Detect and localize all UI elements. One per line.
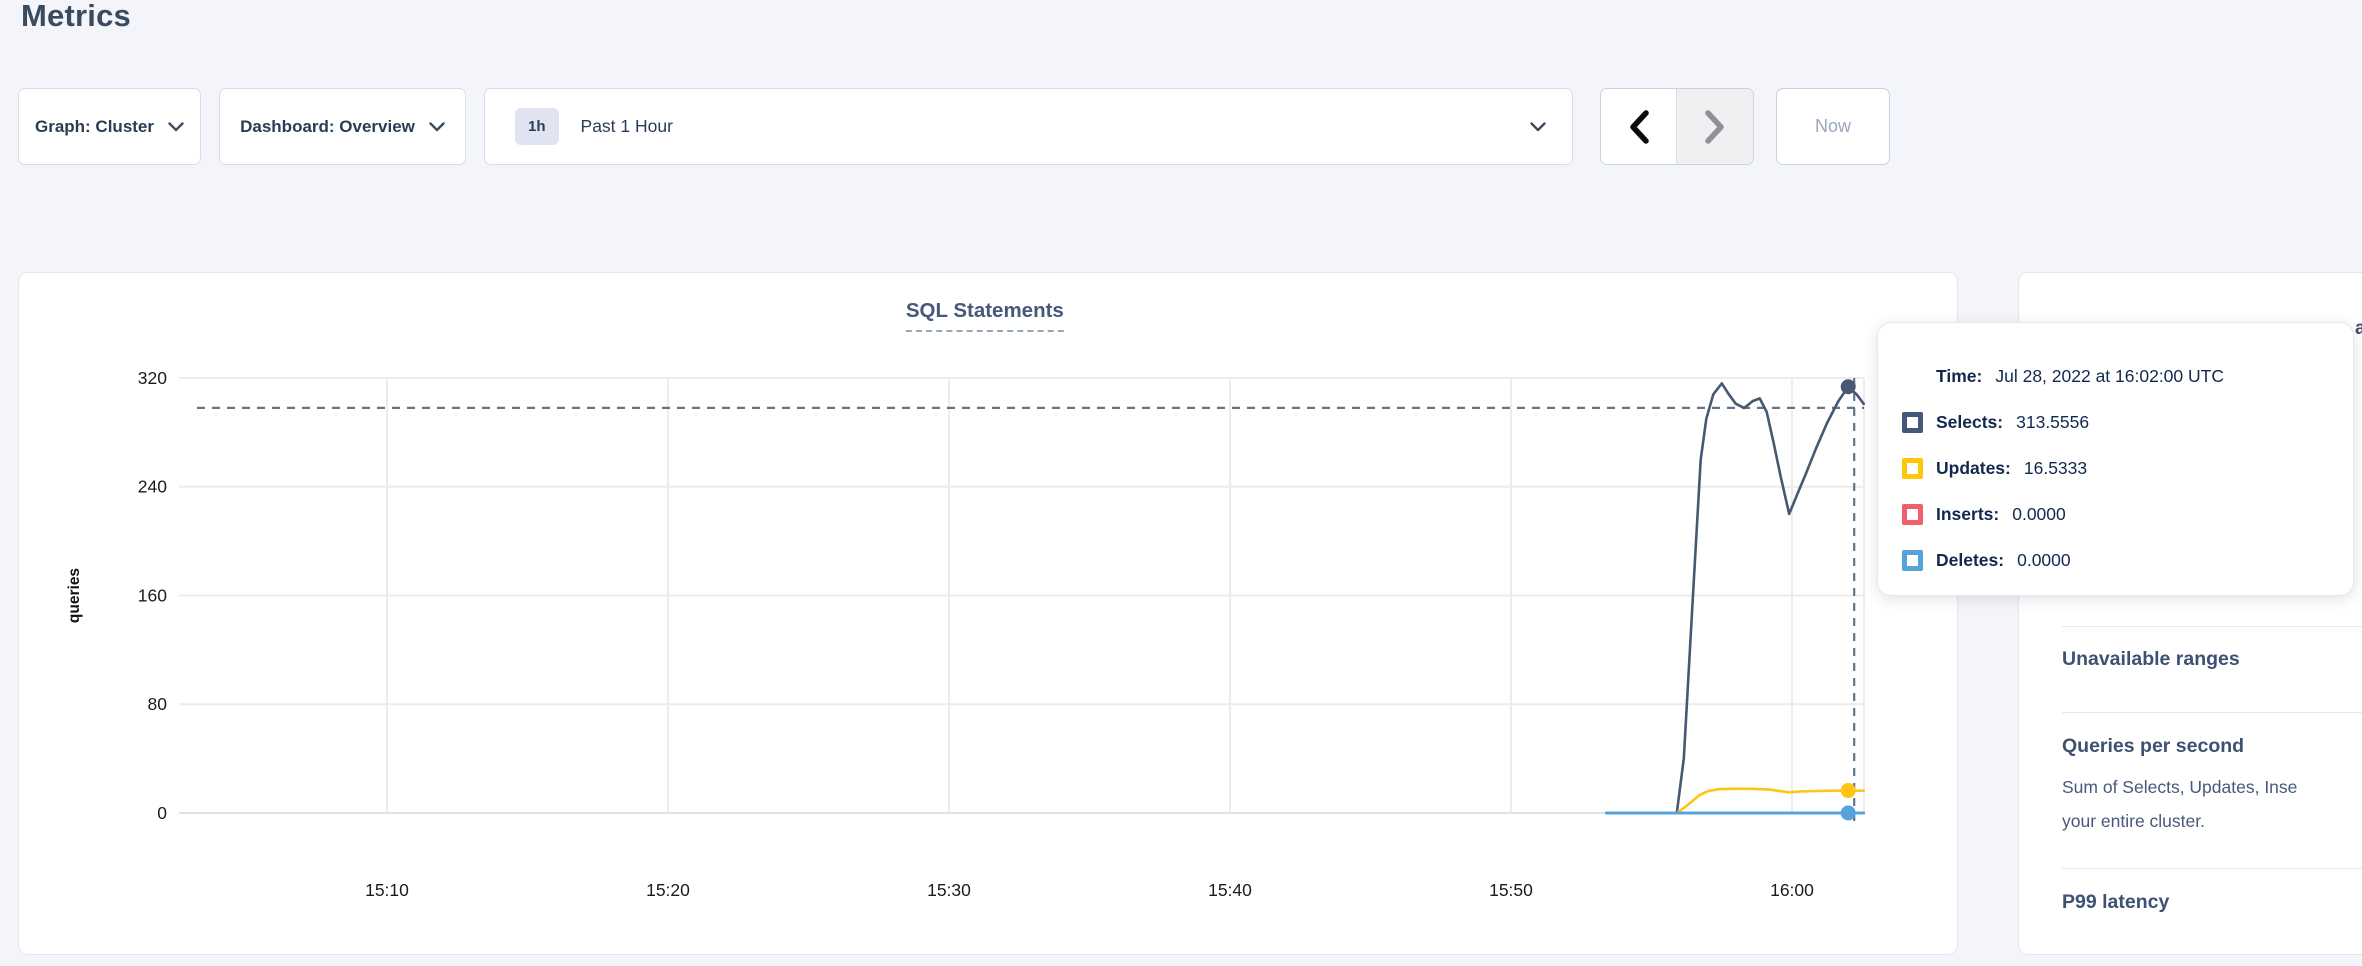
- graph-dropdown-label: Graph: Cluster: [35, 117, 154, 137]
- series-swatch-icon: [1902, 412, 1923, 433]
- time-range-selector[interactable]: 1h Past 1 Hour: [484, 88, 1573, 165]
- svg-text:80: 80: [148, 694, 168, 714]
- svg-text:15:40: 15:40: [1208, 880, 1252, 900]
- chart-description-title: Queries per second: [2062, 735, 2362, 758]
- sql-statements-chart[interactable]: 0 80 160 240 320 15:10 15:20 15:30 15:40 15:50 16:…: [19, 273, 1957, 954]
- svg-text:16:00: 16:00: [1770, 880, 1814, 900]
- series-value: 313.5556: [2016, 412, 2089, 433]
- series-label: Updates:: [1936, 458, 2011, 479]
- clipped-heading-fragment: a: [2355, 318, 2362, 340]
- chevron-down-icon: [429, 122, 445, 132]
- next-time-button[interactable]: [1677, 89, 1753, 164]
- series-value: 16.5333: [2024, 458, 2087, 479]
- tooltip-series-row: Inserts: 0.0000: [1878, 491, 2353, 537]
- chart-description-section: Unavailable ranges: [2062, 626, 2362, 712]
- chart-description-section: Queries per second Sum of Selects, Update…: [2062, 712, 2362, 868]
- chevron-right-icon: [1704, 110, 1726, 144]
- svg-text:0: 0: [157, 803, 167, 823]
- chevron-left-icon: [1628, 110, 1650, 144]
- svg-text:320: 320: [138, 368, 167, 388]
- svg-text:240: 240: [138, 477, 167, 497]
- dashboard-dropdown[interactable]: Dashboard: Overview: [219, 88, 466, 165]
- tooltip-time-row: Time: Jul 28, 2022 at 16:02:00 UTC: [1878, 353, 2353, 399]
- svg-text:15:10: 15:10: [365, 880, 409, 900]
- time-range-label: Past 1 Hour: [581, 116, 1530, 137]
- chart-description-title: Unavailable ranges: [2062, 648, 2362, 671]
- chart-descriptions-list: Unavailable ranges Queries per second Sum …: [2062, 626, 2362, 934]
- dashboard-dropdown-label: Dashboard: Overview: [240, 117, 415, 137]
- page-title: Metrics: [21, 0, 131, 34]
- tooltip-time-label: Time:: [1936, 366, 1982, 387]
- chevron-down-icon: [1530, 122, 1546, 132]
- series-label: Deletes:: [1936, 550, 2004, 571]
- svg-text:15:30: 15:30: [927, 880, 971, 900]
- prev-time-button[interactable]: [1601, 89, 1677, 164]
- svg-text:160: 160: [138, 585, 167, 605]
- series-label: Selects:: [1936, 412, 2003, 433]
- chevron-down-icon: [168, 122, 184, 132]
- chart-description-section: P99 latency: [2062, 868, 2362, 934]
- chart-description-text: Sum of Selects, Updates, Inseyour entire…: [2062, 770, 2362, 838]
- time-range-badge: 1h: [515, 108, 559, 145]
- tooltip-series-row: Selects: 313.5556: [1878, 399, 2353, 445]
- graph-dropdown[interactable]: Graph: Cluster: [18, 88, 201, 165]
- series-value: 0.0000: [2017, 550, 2071, 571]
- svg-text:queries: queries: [66, 568, 83, 623]
- svg-text:15:20: 15:20: [646, 880, 690, 900]
- svg-text:15:50: 15:50: [1489, 880, 1533, 900]
- series-swatch-icon: [1902, 458, 1923, 479]
- tooltip-series-row: Deletes: 0.0000: [1878, 537, 2353, 583]
- sql-statements-chart-card: SQL Statements 08016024032015:1015:2015:…: [18, 272, 1958, 955]
- chart-description-title: P99 latency: [2062, 891, 2362, 914]
- series-value: 0.0000: [2012, 504, 2066, 525]
- series-swatch-icon: [1902, 504, 1923, 525]
- tooltip-series-row: Updates: 16.5333: [1878, 445, 2353, 491]
- series-label: Inserts:: [1936, 504, 1999, 525]
- tooltip-time-value: Jul 28, 2022 at 16:02:00 UTC: [1995, 366, 2224, 387]
- time-step-button-group: [1600, 88, 1754, 165]
- now-button[interactable]: Now: [1776, 88, 1890, 165]
- now-button-label: Now: [1815, 116, 1851, 137]
- series-swatch-icon: [1902, 550, 1923, 571]
- chart-hover-tooltip: Time: Jul 28, 2022 at 16:02:00 UTC Selec…: [1877, 322, 2354, 596]
